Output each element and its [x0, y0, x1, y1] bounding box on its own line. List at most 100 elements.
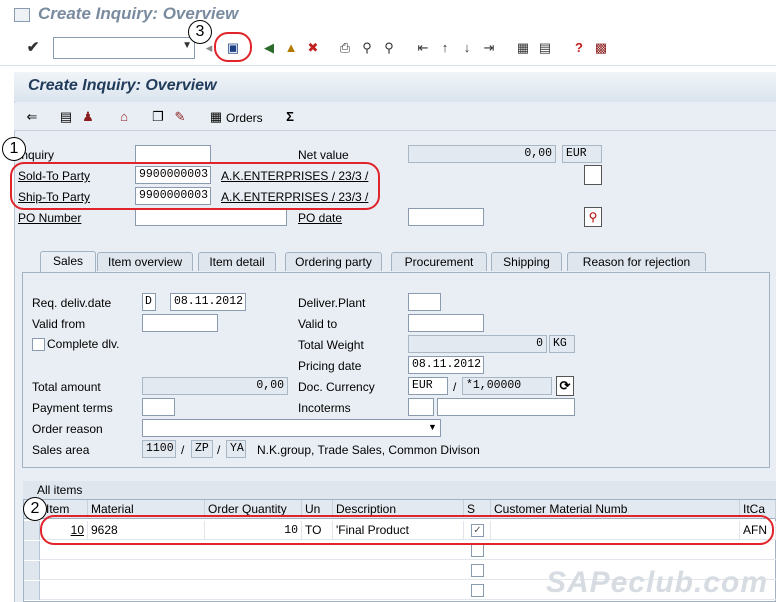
sales-org-field: 1100: [142, 440, 176, 458]
status-checkbox[interactable]: [471, 564, 484, 577]
sales-doc-icon[interactable]: ⌂: [116, 109, 132, 125]
enter-icon[interactable]: ✔: [24, 39, 42, 57]
sales-area-sep-2: /: [217, 443, 221, 457]
inquiry-field[interactable]: [135, 145, 211, 163]
help-icon[interactable]: ?: [570, 39, 588, 57]
highlight-item-row: [40, 515, 774, 545]
weight-unit-field: KG: [549, 335, 575, 353]
doc-currency-label: Doc. Currency: [298, 380, 375, 394]
chevron-down-icon: ▼: [182, 40, 192, 51]
refresh-icon[interactable]: ⟳: [556, 376, 574, 396]
po-date-label: PO date: [298, 211, 343, 225]
currency-field: EUR: [562, 145, 602, 163]
sales-area-label: Sales area: [32, 443, 90, 457]
sales-tab-panel: [22, 272, 770, 468]
orders-icon[interactable]: ▦: [208, 109, 224, 125]
status-checkbox[interactable]: [471, 584, 484, 597]
sales-area-sep-1: /: [181, 443, 185, 457]
req-deliv-date-field[interactable]: 08.11.2012: [170, 293, 246, 311]
po-number-label: PO Number: [18, 211, 82, 225]
tab-procurement[interactable]: Procurement: [391, 252, 487, 271]
command-field[interactable]: ▼: [53, 37, 195, 59]
partner-icon[interactable]: ♟: [80, 109, 96, 125]
row-selector[interactable]: [24, 581, 40, 600]
prev-page-icon[interactable]: ↑: [436, 39, 454, 57]
row-selector[interactable]: [24, 561, 40, 580]
find-icon[interactable]: ⚲: [358, 39, 376, 57]
division-field: YA: [226, 440, 246, 458]
payment-terms-field[interactable]: [142, 398, 175, 416]
complete-dlv-checkbox[interactable]: [32, 338, 45, 351]
payment-terms-label: Payment terms: [32, 401, 113, 415]
tab-reason-for-rejection[interactable]: Reason for rejection: [567, 252, 706, 271]
incoterms-2-field[interactable]: [437, 398, 575, 416]
tab-item-detail[interactable]: Item detail: [198, 252, 276, 271]
pricing-date-field[interactable]: 08.11.2012: [408, 356, 484, 374]
po-date-field[interactable]: [408, 208, 484, 226]
last-page-icon[interactable]: ⇥: [480, 39, 498, 57]
tab-ordering-party[interactable]: Ordering party: [285, 252, 382, 271]
valid-to-label: Valid to: [298, 317, 338, 331]
tab-sales[interactable]: Sales: [40, 251, 96, 272]
valid-from-label: Valid from: [32, 317, 86, 331]
req-deliv-date-label: Req. deliv.date: [32, 296, 112, 310]
copy-icon[interactable]: ❐: [150, 109, 166, 125]
complete-dlv-label: Complete dlv.: [47, 337, 120, 351]
row-selector[interactable]: [24, 521, 40, 540]
dist-channel-field: ZP: [191, 440, 213, 458]
valid-from-field[interactable]: [142, 314, 218, 332]
order-reason-select[interactable]: [142, 419, 441, 437]
total-amount-field: 0,00: [142, 377, 288, 395]
incoterms-field[interactable]: [408, 398, 434, 416]
sum-icon[interactable]: Σ: [282, 109, 298, 125]
req-deliv-type-field[interactable]: D: [142, 293, 156, 311]
status-checkbox[interactable]: [471, 544, 484, 557]
annotation-2: 2: [23, 497, 47, 521]
shortcut-icon[interactable]: ▤: [536, 39, 554, 57]
deliver-plant-field[interactable]: [408, 293, 441, 311]
incoterms-label: Incoterms: [298, 401, 351, 415]
display-doc-flow-icon[interactable]: ⇐: [24, 109, 40, 125]
order-reason-label: Order reason: [32, 422, 103, 436]
header-details-icon[interactable]: ▤: [58, 109, 74, 125]
cancel-icon[interactable]: ✖: [304, 39, 322, 57]
edit-icon[interactable]: ✎: [172, 109, 188, 125]
po-number-field[interactable]: [135, 208, 287, 226]
total-weight-field: 0: [408, 335, 547, 353]
sales-area-description: N.K.group, Trade Sales, Common Divison: [257, 443, 480, 457]
net-value-label: Net value: [298, 148, 349, 162]
order-doc-icon[interactable]: ⚲: [584, 207, 602, 227]
exit-icon[interactable]: ▲: [282, 39, 300, 57]
next-page-icon[interactable]: ↓: [458, 39, 476, 57]
first-page-icon[interactable]: ⇤: [414, 39, 432, 57]
total-weight-label: Total Weight: [298, 338, 364, 352]
document-icon[interactable]: [584, 165, 602, 185]
window-title: Create Inquiry: Overview: [38, 4, 239, 23]
page-title: Create Inquiry: Overview: [28, 77, 217, 94]
window-title-bar: Create Inquiry: Overview: [0, 0, 776, 30]
pricing-date-label: Pricing date: [298, 359, 362, 373]
currency-separator: /: [453, 380, 457, 394]
find-next-icon[interactable]: ⚲: [380, 39, 398, 57]
valid-to-field[interactable]: [408, 314, 484, 332]
chevron-down-icon[interactable]: ▼: [428, 422, 437, 432]
print-icon[interactable]: ⎙: [336, 39, 354, 57]
row-selector[interactable]: [24, 541, 40, 560]
deliver-plant-label: Deliver.Plant: [298, 296, 366, 310]
layout-menu-icon[interactable]: ▩: [592, 39, 610, 57]
new-session-icon[interactable]: ▦: [514, 39, 532, 57]
screen-title-bar: Create Inquiry: Overview: [14, 72, 776, 102]
orders-button[interactable]: Orders: [226, 111, 263, 125]
back-icon[interactable]: ◀: [260, 39, 278, 57]
watermark: SAPeclub.com: [545, 566, 768, 599]
doc-currency-field[interactable]: EUR: [408, 377, 448, 395]
tab-shipping[interactable]: Shipping: [491, 252, 562, 271]
window-icon: [14, 8, 30, 22]
exchange-rate-field: *1,00000: [462, 377, 552, 395]
net-value-field: 0,00: [408, 145, 556, 163]
application-toolbar: ⇐ ▤ ♟ ⌂ ❐ ✎ ▦ Orders Σ: [14, 103, 776, 131]
highlight-save: [214, 32, 252, 62]
highlight-partners: [10, 162, 380, 210]
annotation-3: 3: [188, 20, 212, 44]
tab-item-overview[interactable]: Item overview: [97, 252, 193, 271]
